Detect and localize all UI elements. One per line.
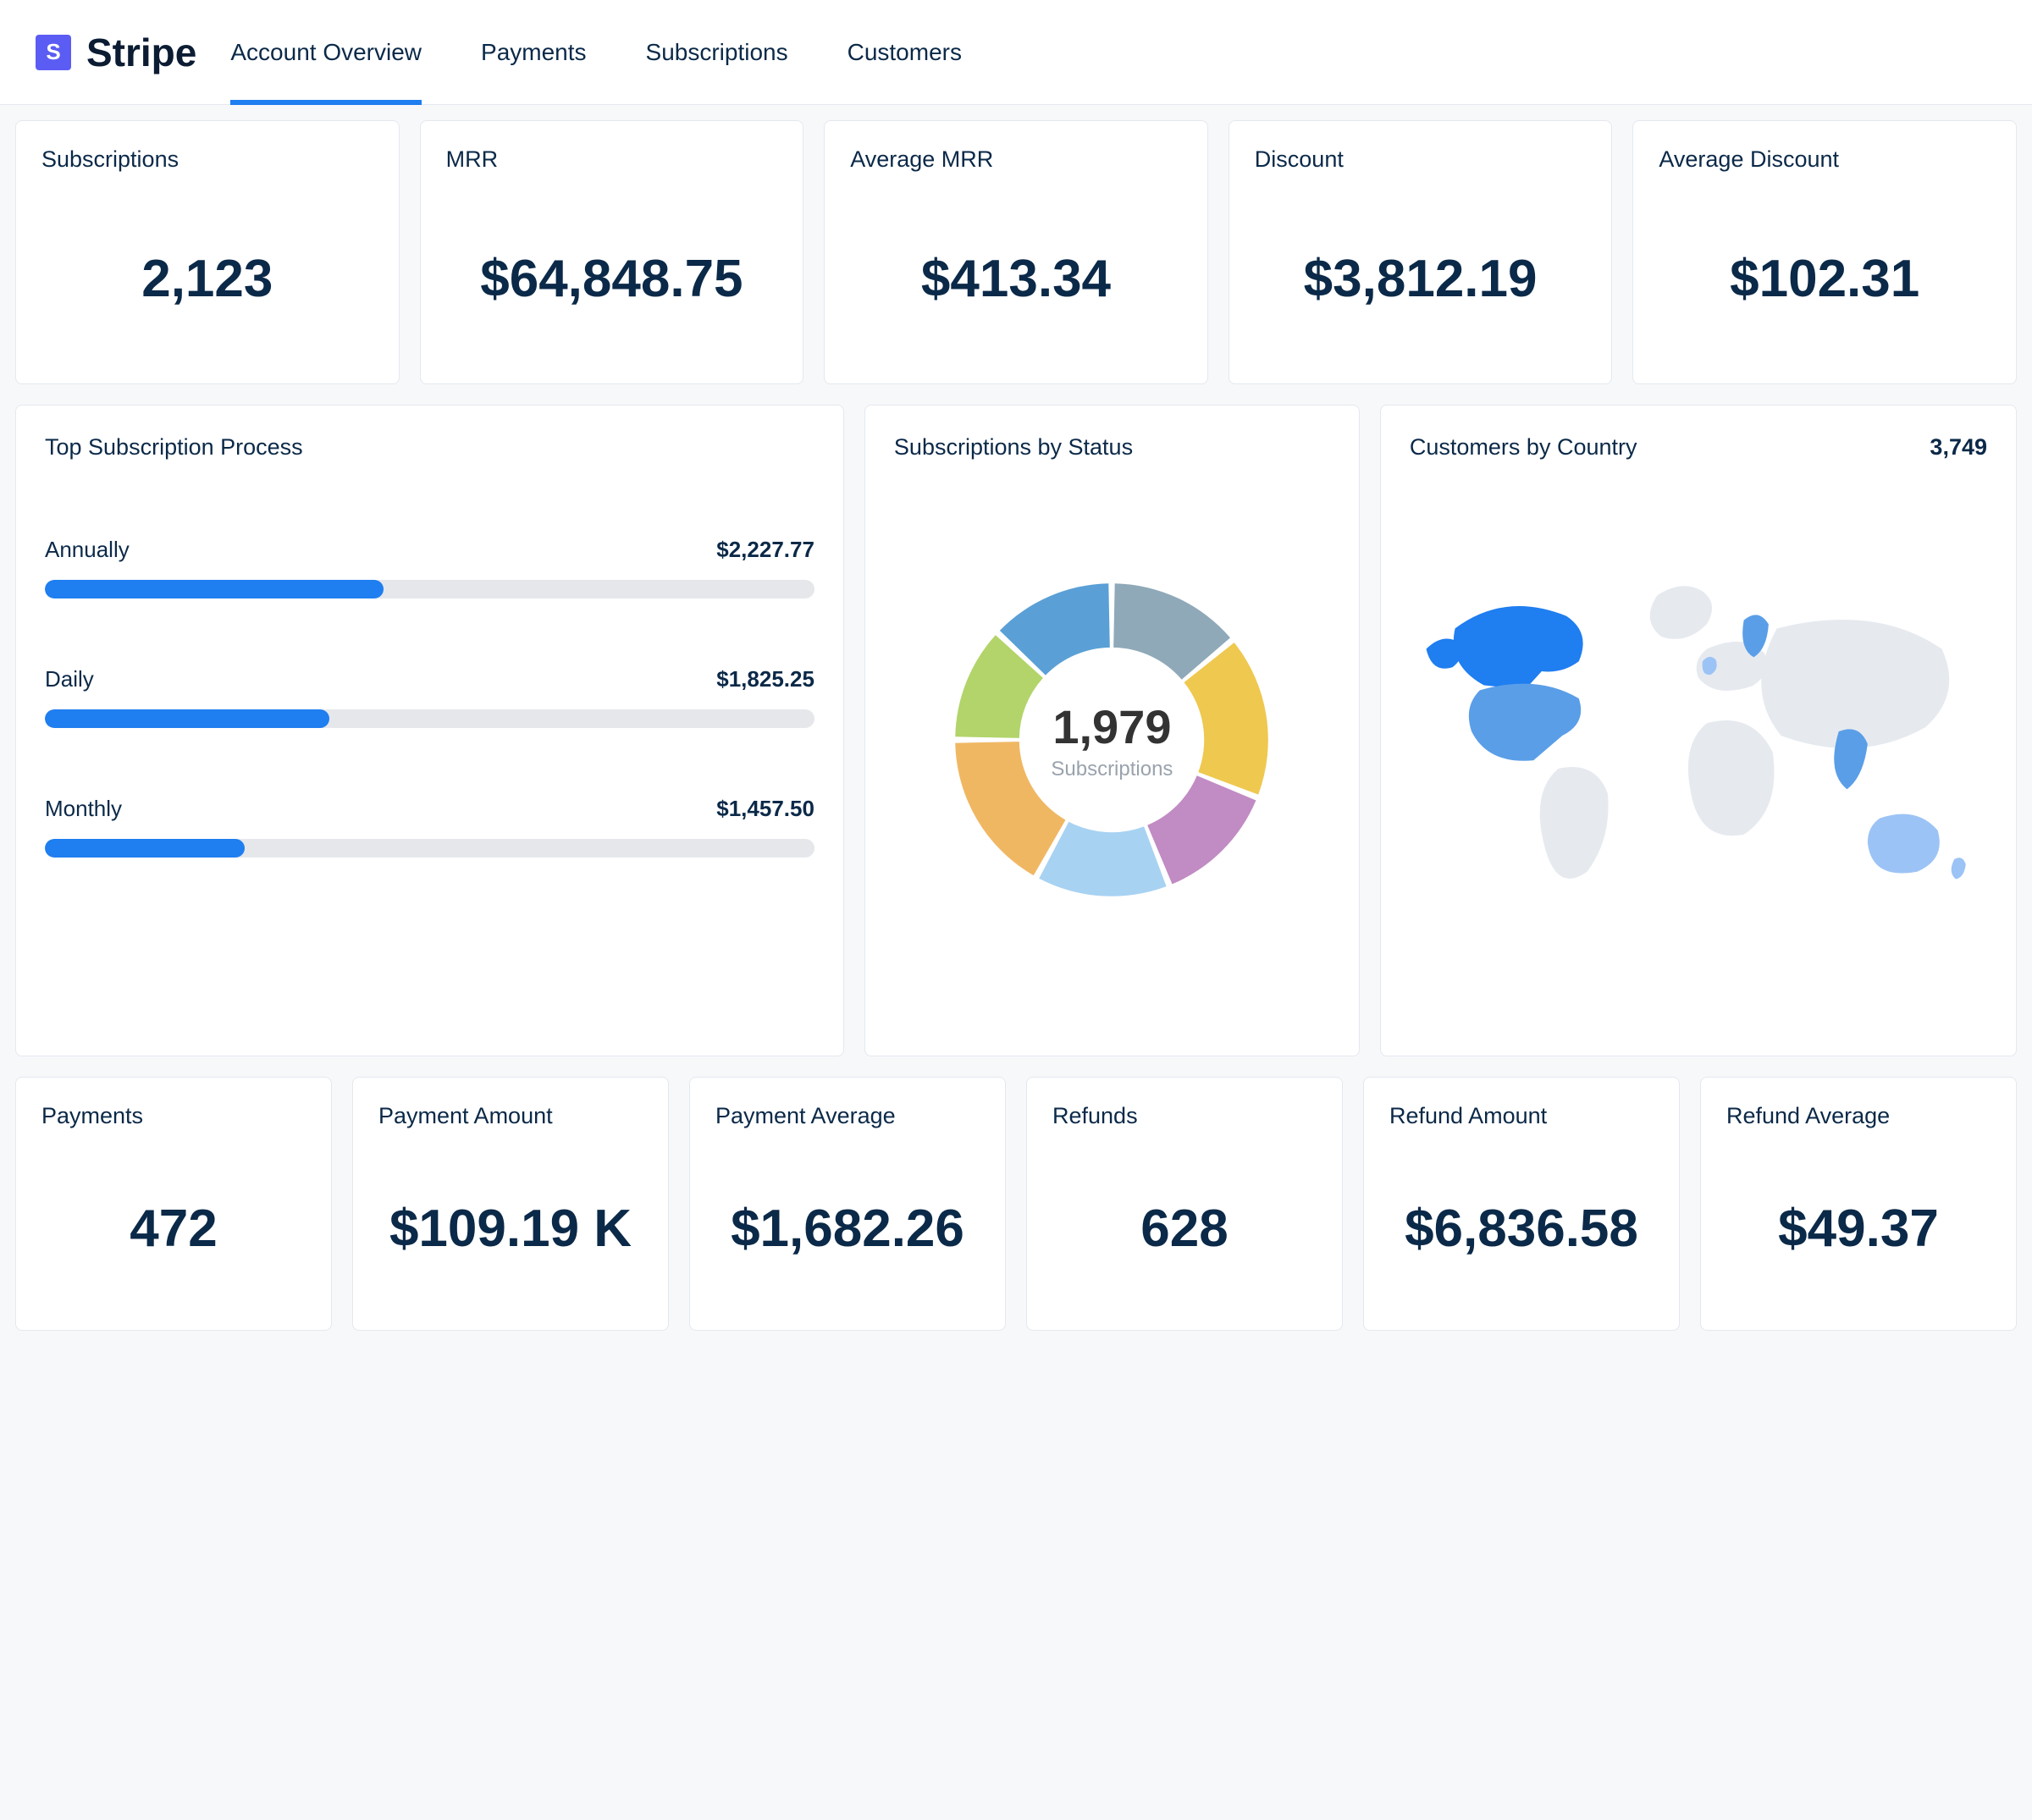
donut-center-value: 1,979 xyxy=(1051,699,1173,754)
bar-value: $1,457.50 xyxy=(716,796,814,822)
kpi-discount: Discount $3,812.19 xyxy=(1229,120,1613,384)
kpi-label: Subscriptions xyxy=(41,146,373,173)
stat-payment-average: Payment Average $1,682.26 xyxy=(689,1077,1006,1331)
donut-slice xyxy=(1040,822,1167,896)
bar-track xyxy=(45,709,814,728)
kpi-label: Average MRR xyxy=(850,146,1182,173)
kpi-mrr: MRR $64,848.75 xyxy=(420,120,804,384)
tab-account-overview[interactable]: Account Overview xyxy=(230,0,422,104)
map-region-asia xyxy=(1761,620,1949,748)
card-title: Customers by Country xyxy=(1410,434,1637,461)
kpi-value: 2,123 xyxy=(41,249,373,309)
stat-refund-average: Refund Average $49.37 xyxy=(1700,1077,2017,1331)
kpi-label: Average Discount xyxy=(1659,146,1991,173)
map-region-india xyxy=(1834,729,1868,789)
kpi-value: $102.31 xyxy=(1659,249,1991,309)
map-region-africa xyxy=(1688,720,1775,836)
map-region-south-america xyxy=(1540,767,1609,879)
bar-value: $2,227.77 xyxy=(716,537,814,563)
stats-row: Payments 472 Payment Amount $109.19 K Pa… xyxy=(15,1077,2017,1331)
map-region-usa xyxy=(1469,684,1581,761)
map-region-alaska xyxy=(1426,639,1461,669)
stat-payment-amount: Payment Amount $109.19 K xyxy=(352,1077,669,1331)
card-subscriptions-by-status: Subscriptions by Status 1,979 Subscripti… xyxy=(864,405,1360,1056)
bar-track xyxy=(45,839,814,858)
donut-center-label: Subscriptions xyxy=(1051,758,1173,781)
map-region-canada xyxy=(1454,606,1583,689)
donut-chart: 1,979 Subscriptions xyxy=(894,461,1330,1019)
stat-label: Refunds xyxy=(1052,1103,1317,1129)
stat-label: Payment Amount xyxy=(378,1103,643,1129)
stat-label: Refund Amount xyxy=(1389,1103,1654,1129)
stat-value: $109.19 K xyxy=(378,1199,643,1259)
mid-row: Top Subscription Process Annually $2,227… xyxy=(15,405,2017,1056)
tab-customers[interactable]: Customers xyxy=(848,0,962,104)
page: Subscriptions 2,123 MRR $64,848.75 Avera… xyxy=(0,105,2032,1385)
stat-refunds: Refunds 628 xyxy=(1026,1077,1343,1331)
stat-value: $6,836.58 xyxy=(1389,1199,1654,1259)
stat-value: 628 xyxy=(1052,1199,1317,1259)
donut-center: 1,979 Subscriptions xyxy=(1051,699,1173,781)
stat-refund-amount: Refund Amount $6,836.58 xyxy=(1363,1077,1680,1331)
bar-value: $1,825.25 xyxy=(716,666,814,692)
bar-track xyxy=(45,580,814,598)
map-region-australia xyxy=(1868,814,1940,874)
kpi-label: MRR xyxy=(446,146,778,173)
map-region-greenland xyxy=(1650,586,1712,639)
bar-fill xyxy=(45,709,329,728)
bar-monthly: Monthly $1,457.50 xyxy=(45,796,814,858)
world-map xyxy=(1410,461,1987,1011)
bar-label: Daily xyxy=(45,666,94,692)
donut-slice xyxy=(956,742,1066,875)
topbar: S Stripe Account Overview Payments Subsc… xyxy=(0,0,2032,105)
kpi-subscriptions: Subscriptions 2,123 xyxy=(15,120,400,384)
bar-fill xyxy=(45,580,384,598)
kpi-value: $64,848.75 xyxy=(446,249,778,309)
stat-label: Payment Average xyxy=(715,1103,980,1129)
bar-list: Annually $2,227.77 Daily $1,825.25 xyxy=(45,537,814,858)
stat-value: $49.37 xyxy=(1726,1199,1991,1259)
brand: S Stripe xyxy=(36,30,196,75)
card-top-subscription-process: Top Subscription Process Annually $2,227… xyxy=(15,405,844,1056)
kpi-average-mrr: Average MRR $413.34 xyxy=(824,120,1208,384)
card-customers-by-country: Customers by Country 3,749 xyxy=(1380,405,2017,1056)
card-title: Subscriptions by Status xyxy=(894,434,1330,461)
bar-label: Monthly xyxy=(45,796,122,822)
stat-value: $1,682.26 xyxy=(715,1199,980,1259)
kpi-average-discount: Average Discount $102.31 xyxy=(1632,120,2017,384)
stat-value: 472 xyxy=(41,1199,306,1259)
stat-label: Refund Average xyxy=(1726,1103,1991,1129)
map-region-new-zealand xyxy=(1952,858,1966,879)
nav-tabs: Account Overview Payments Subscriptions … xyxy=(230,0,962,104)
bar-daily: Daily $1,825.25 xyxy=(45,666,814,728)
kpi-row: Subscriptions 2,123 MRR $64,848.75 Avera… xyxy=(15,120,2017,384)
bar-annually: Annually $2,227.77 xyxy=(45,537,814,598)
bar-label: Annually xyxy=(45,537,130,563)
card-title: Top Subscription Process xyxy=(45,434,814,461)
stat-payments: Payments 472 xyxy=(15,1077,332,1331)
donut-slice xyxy=(1148,775,1256,884)
kpi-value: $3,812.19 xyxy=(1255,249,1587,309)
brand-name: Stripe xyxy=(86,30,196,75)
brand-logo-icon: S xyxy=(36,35,71,70)
country-count: 3,749 xyxy=(1930,434,1987,461)
bar-fill xyxy=(45,839,245,858)
stat-label: Payments xyxy=(41,1103,306,1129)
world-map-svg xyxy=(1410,461,1987,1011)
kpi-label: Discount xyxy=(1255,146,1587,173)
kpi-value: $413.34 xyxy=(850,249,1182,309)
tab-payments[interactable]: Payments xyxy=(481,0,587,104)
tab-subscriptions[interactable]: Subscriptions xyxy=(646,0,788,104)
